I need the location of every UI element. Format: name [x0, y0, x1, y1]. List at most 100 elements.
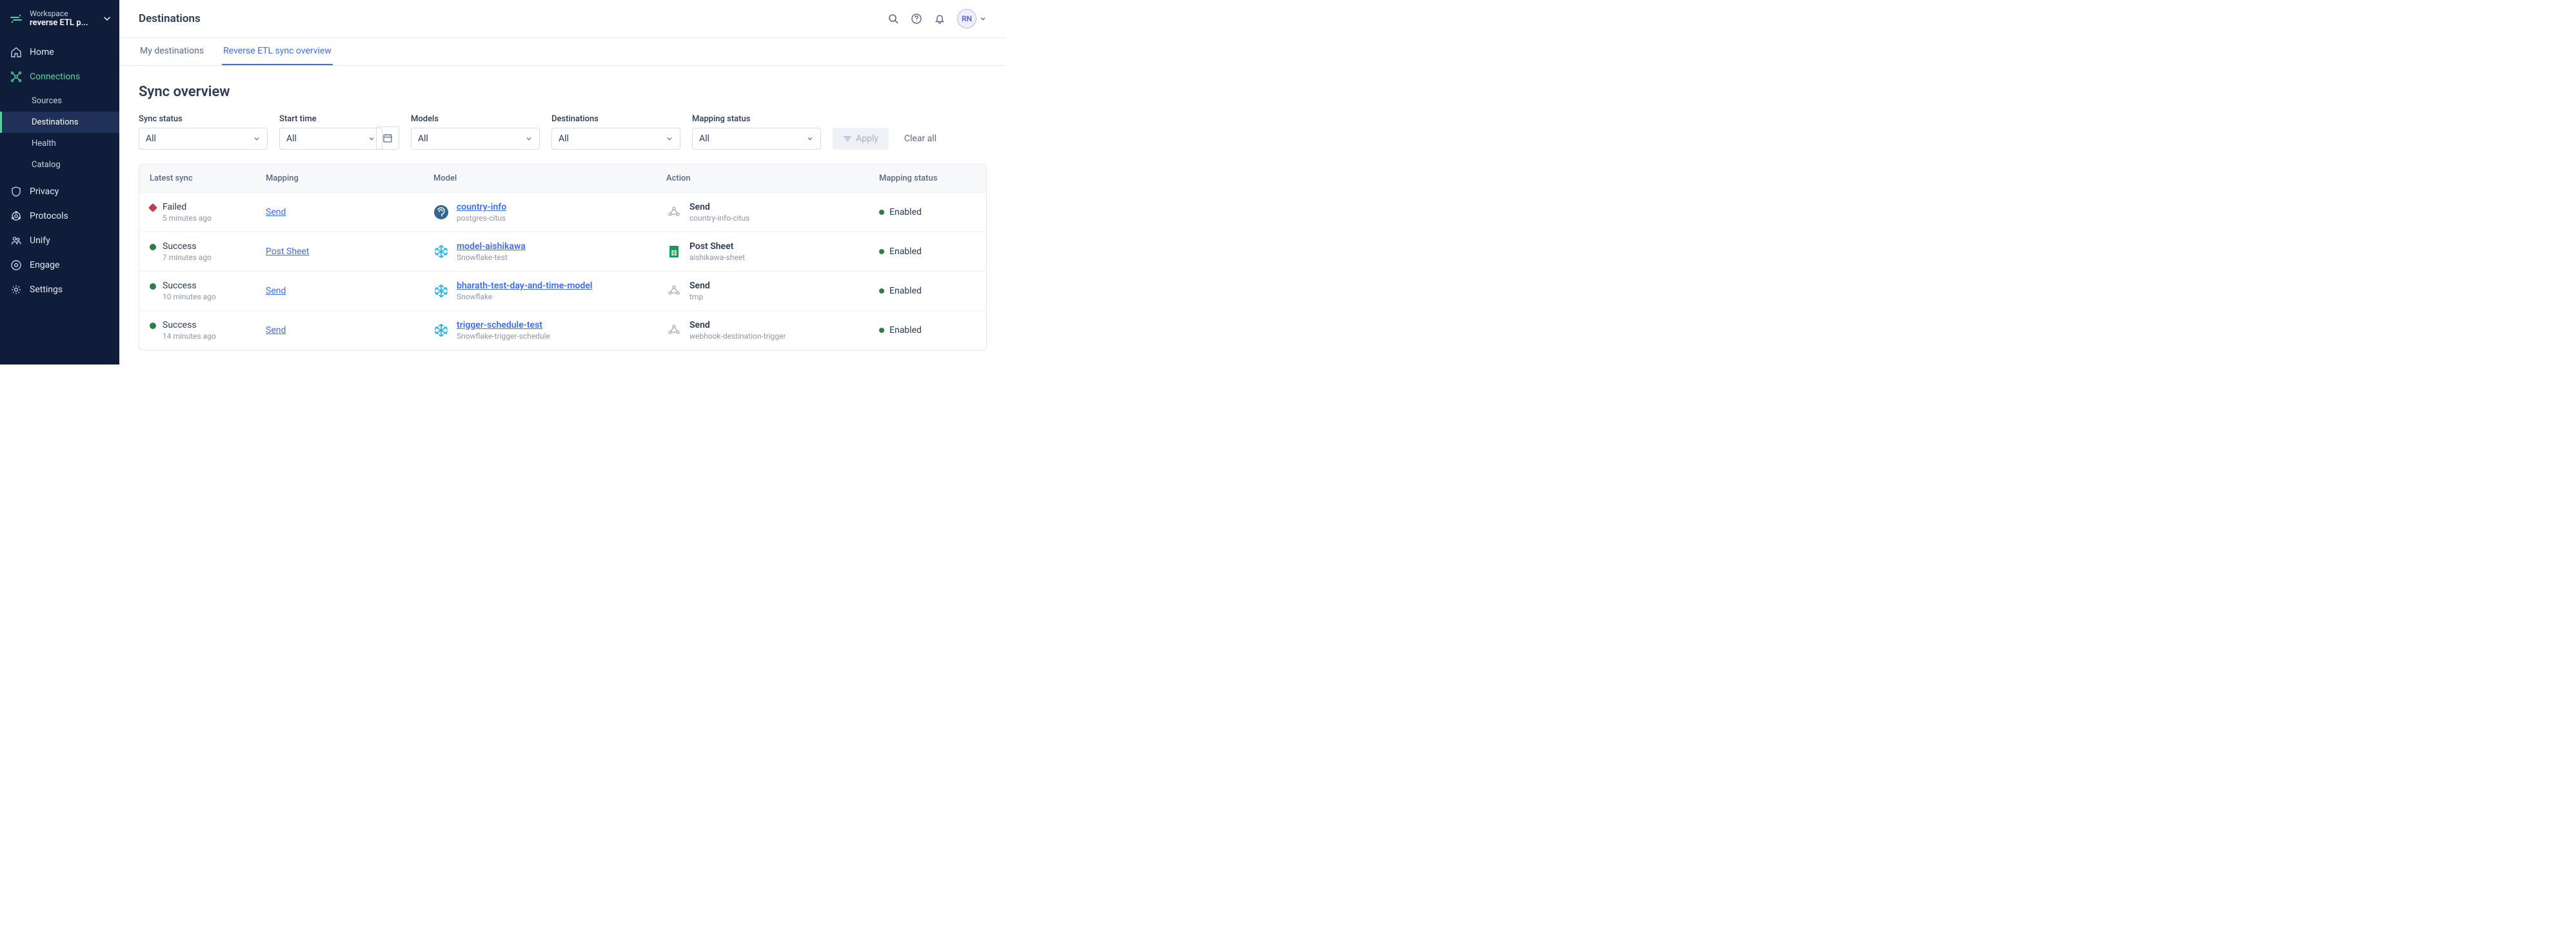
table-row[interactable]: Success 14 minutes ago Send trigger-sche…	[139, 310, 986, 350]
apply-button[interactable]: Apply	[833, 128, 889, 150]
mapping-status-label: Enabled	[889, 286, 922, 296]
filter-sync-status[interactable]: All	[139, 128, 268, 150]
protocols-icon	[10, 210, 22, 222]
filter-label-destinations: Destinations	[551, 114, 680, 124]
unify-icon	[10, 235, 22, 246]
status-indicator-icon	[148, 203, 157, 212]
nav-catalog[interactable]: Catalog	[0, 154, 119, 175]
clear-all-link[interactable]: Clear all	[900, 128, 940, 150]
filter-models[interactable]: All	[411, 128, 540, 150]
snowflake-icon	[433, 244, 449, 259]
table-row[interactable]: Success 7 minutes ago Post Sheet model-a…	[139, 232, 986, 271]
bell-icon[interactable]	[934, 13, 946, 25]
action-sub: webhook-destination-trigger	[689, 332, 786, 341]
status-dot-icon	[879, 288, 884, 294]
nav: Home Connections Sources Destinations He…	[0, 37, 119, 302]
apply-label: Apply	[856, 134, 878, 144]
chevron-down-icon	[368, 135, 375, 143]
chevron-down-icon	[253, 135, 261, 143]
model-link[interactable]: model-aishikawa	[457, 241, 526, 252]
sync-status-label: Failed	[163, 202, 212, 212]
calendar-button[interactable]	[376, 126, 399, 150]
action-sub: country-info-citus	[689, 214, 749, 223]
nav-home[interactable]: Home	[0, 40, 119, 65]
th-mapping-status: Mapping status	[879, 174, 976, 183]
mapping-status-label: Enabled	[889, 325, 922, 335]
gear-icon	[10, 284, 22, 295]
model-sub: Snowflake-test	[457, 253, 526, 262]
status-dot-icon	[879, 328, 884, 333]
table-row[interactable]: Failed 5 minutes ago Send country-info p…	[139, 192, 986, 232]
nav-engage[interactable]: Engage	[0, 253, 119, 277]
snowflake-icon	[433, 323, 449, 338]
sync-table: Latest sync Mapping Model Action Mapping…	[139, 164, 987, 350]
workspace-label: Workspace	[30, 9, 96, 18]
chevron-down-icon	[806, 135, 814, 143]
page-title: Destinations	[139, 12, 201, 25]
nav-destinations[interactable]: Destinations	[0, 112, 119, 133]
action-dest-icon	[666, 286, 682, 295]
model-link[interactable]: country-info	[457, 202, 506, 212]
nav-sources[interactable]: Sources	[0, 90, 119, 112]
nav-label: Connections	[30, 72, 80, 82]
th-action: Action	[666, 174, 879, 183]
select-value: All	[146, 134, 156, 144]
model-link[interactable]: bharath-test-day-and-time-model	[457, 281, 593, 291]
help-icon[interactable]	[911, 13, 922, 25]
model-link[interactable]: trigger-schedule-test	[457, 320, 550, 330]
chevron-down-icon	[979, 15, 987, 23]
nav-label: Unify	[30, 235, 50, 246]
sync-time: 7 minutes ago	[163, 253, 212, 262]
filter-start-time[interactable]: All	[279, 128, 382, 150]
filter-mapping-status[interactable]: All	[692, 128, 821, 150]
sync-time: 5 minutes ago	[163, 214, 212, 223]
mapping-link[interactable]: Send	[266, 286, 286, 296]
user-menu[interactable]: RN	[957, 9, 987, 28]
select-value: All	[699, 134, 709, 144]
select-value: All	[559, 134, 569, 144]
filter-icon	[843, 134, 852, 143]
tab-my-destinations[interactable]: My destinations	[139, 38, 205, 65]
mapping-link[interactable]: Post Sheet	[266, 246, 309, 257]
model-sub: Snowflake	[457, 292, 593, 301]
nav-label: Protocols	[30, 211, 68, 221]
mapping-status-label: Enabled	[889, 246, 922, 257]
nav-health[interactable]: Health	[0, 133, 119, 154]
th-latest-sync: Latest sync	[150, 174, 266, 183]
sync-status-label: Success	[163, 281, 216, 291]
filter-label-models: Models	[411, 114, 540, 124]
action-sub: tmp	[689, 292, 710, 301]
snowflake-icon	[433, 283, 449, 299]
nav-settings[interactable]: Settings	[0, 277, 119, 302]
mapping-link[interactable]: Send	[266, 207, 286, 217]
mapping-link[interactable]: Send	[266, 325, 286, 335]
shield-icon	[10, 186, 22, 197]
calendar-icon	[382, 133, 393, 143]
sync-status-label: Success	[163, 320, 216, 330]
filter-destinations[interactable]: All	[551, 128, 680, 150]
status-dot-icon	[879, 210, 884, 215]
search-icon[interactable]	[887, 13, 899, 25]
nav-connections[interactable]: Connections	[0, 65, 119, 89]
table-row[interactable]: Success 10 minutes ago Send bharath-test…	[139, 271, 986, 310]
th-mapping: Mapping	[266, 174, 433, 183]
main: Destinations RN My destinations Reverse …	[119, 0, 1006, 365]
table-header: Latest sync Mapping Model Action Mapping…	[139, 165, 986, 192]
status-indicator-icon	[150, 323, 156, 329]
topbar: Destinations RN	[119, 0, 1006, 38]
status-indicator-icon	[150, 283, 156, 290]
engage-icon	[10, 259, 22, 271]
workspace-name: reverse ETL p...	[30, 18, 96, 28]
action-dest-icon	[666, 247, 682, 256]
nav-connections-sub: Sources Destinations Health Catalog	[0, 89, 119, 179]
workspace-switcher[interactable]: Workspace reverse ETL p...	[0, 0, 119, 37]
th-model: Model	[433, 174, 666, 183]
filter-label-sync-status: Sync status	[139, 114, 268, 124]
tab-reverse-etl-overview[interactable]: Reverse ETL sync overview	[222, 38, 333, 65]
nav-protocols[interactable]: Protocols	[0, 204, 119, 228]
nav-privacy[interactable]: Privacy	[0, 179, 119, 204]
filter-label-start-time: Start time	[279, 114, 382, 124]
sync-status-label: Success	[163, 241, 212, 252]
select-value: All	[418, 134, 428, 144]
nav-unify[interactable]: Unify	[0, 228, 119, 253]
